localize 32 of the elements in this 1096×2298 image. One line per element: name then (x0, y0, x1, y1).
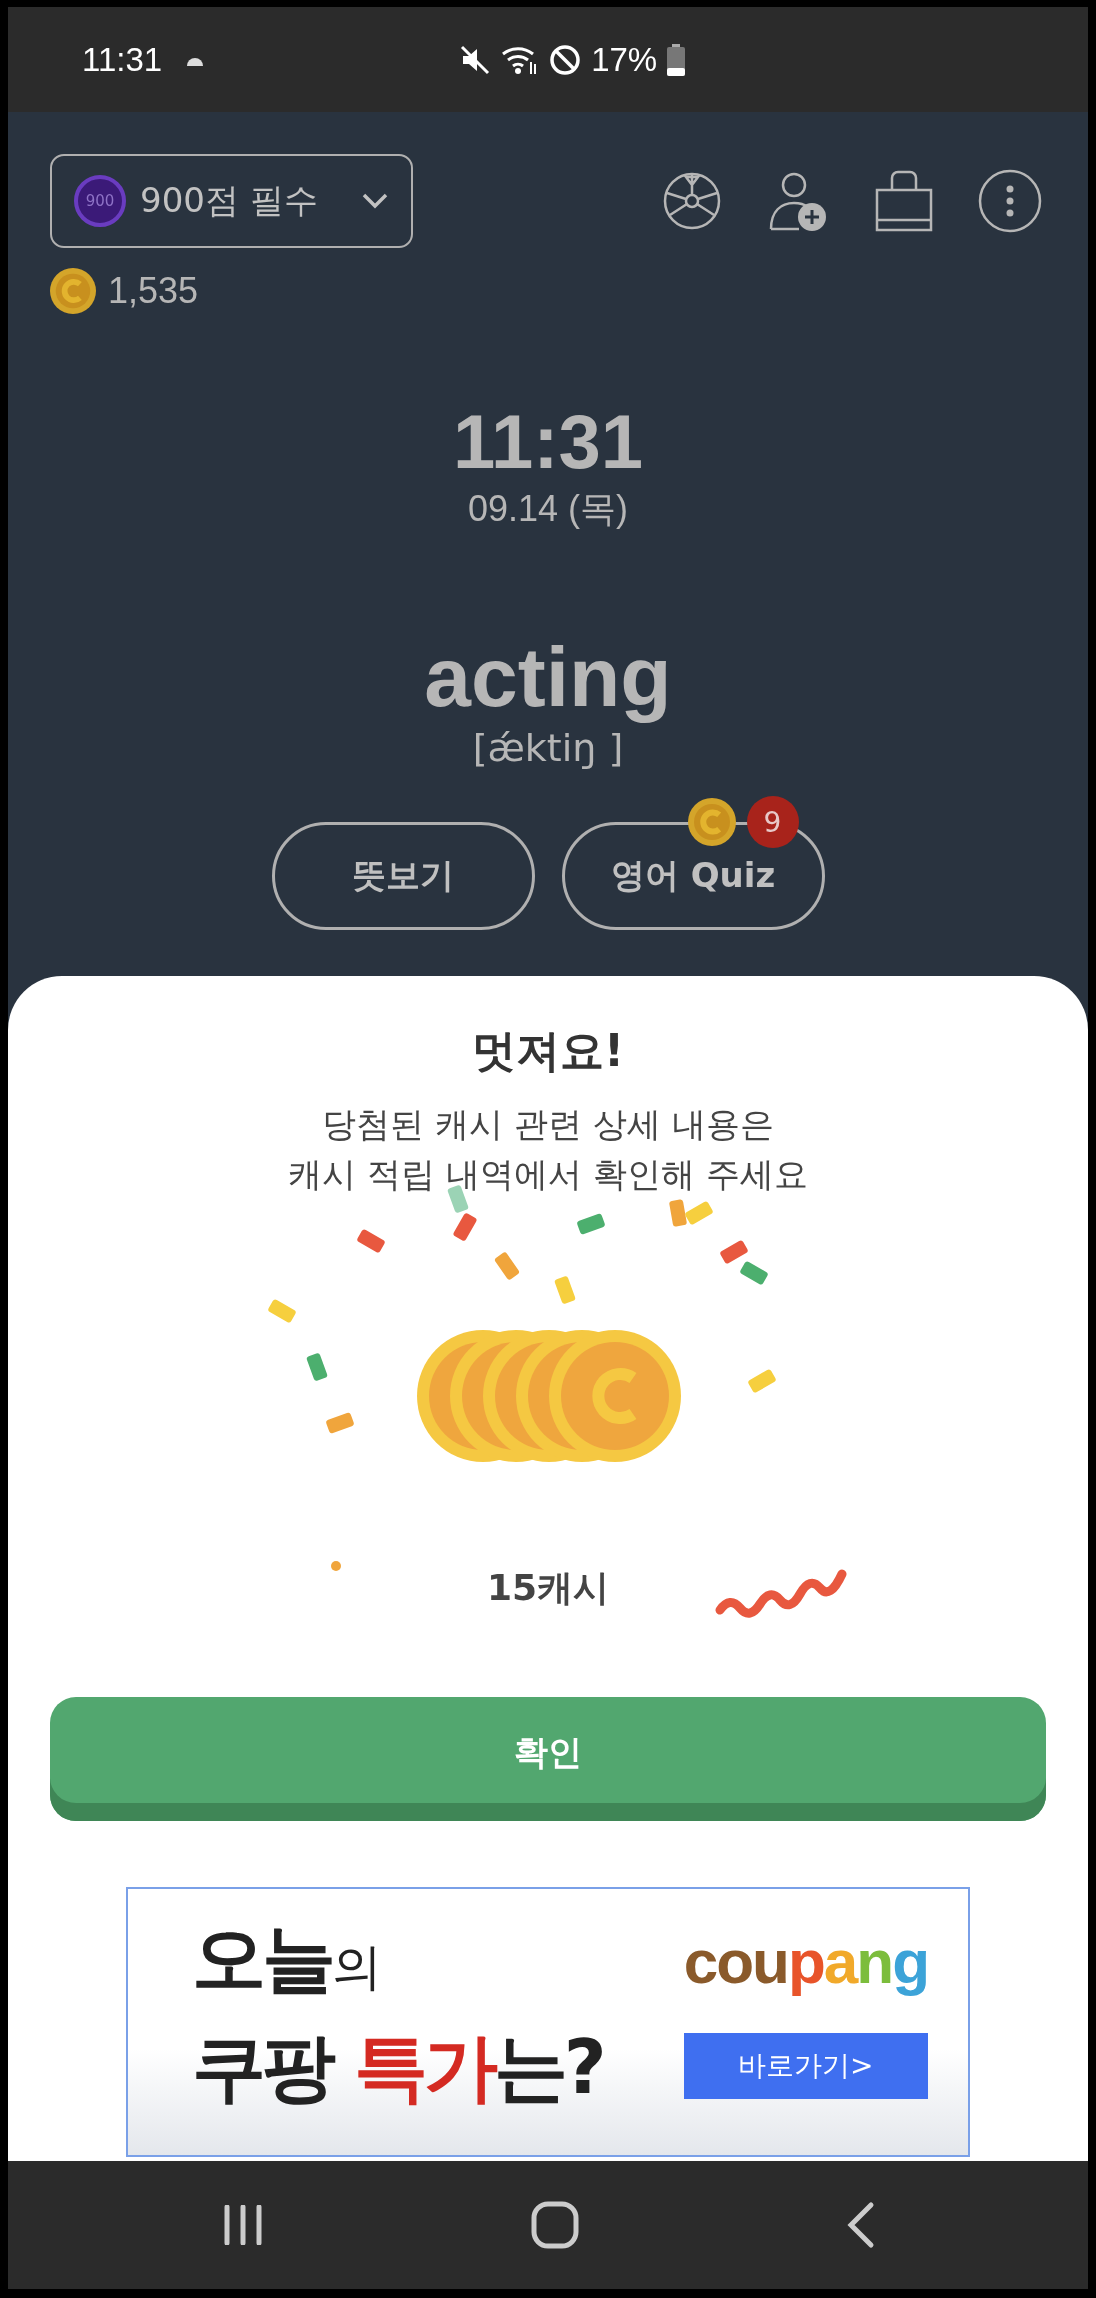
ad-headline: 쿠팡 특가는? (192, 2022, 604, 2112)
back-icon[interactable] (845, 2201, 875, 2249)
dialog-message: 당첨된 캐시 관련 상세 내용은 (322, 1103, 774, 1146)
brand-logo: coupang (683, 1925, 928, 1997)
level-badge: 900 (74, 175, 126, 227)
coin-icon (687, 798, 736, 846)
more-icon[interactable] (978, 169, 1042, 233)
dialog-title: 멋져요! (471, 1024, 625, 1078)
clock-time: 11:31 (452, 398, 644, 485)
ad-banner[interactable]: 오늘의 쿠팡 특가는? coupang 바로가기> (126, 1887, 970, 2157)
action-button[interactable]: 뜻보기 (271, 822, 535, 930)
battery-percent: 17% (591, 40, 658, 79)
reward-amount: 15캐시 (486, 1566, 610, 1610)
vocabulary-word: acting (424, 629, 672, 726)
status-time: 11:31 (82, 40, 163, 79)
chevron-down-icon (361, 192, 389, 210)
battery-icon (667, 43, 686, 76)
home-icon[interactable] (531, 2201, 579, 2249)
pronunciation: [ǽktiŋ ] (472, 726, 624, 770)
coin-balance: 1,535 (108, 270, 199, 312)
count-badge: 9 (746, 796, 799, 848)
block-icon (549, 43, 582, 76)
dialog-message: 캐시 적립 내역에서 확인해 주세요 (288, 1153, 808, 1196)
ad-cta: 바로가기> (683, 2032, 928, 2099)
level-name: 900점 필수 (140, 179, 319, 222)
bag-icon[interactable] (874, 170, 934, 232)
ad-headline: 오늘의 (192, 1913, 379, 2003)
level-dropdown[interactable]: 900 900점 필수 (50, 154, 413, 248)
clock-date: 09.14 (목) (467, 487, 629, 531)
mute-icon (459, 43, 492, 76)
coin-icon (50, 268, 96, 314)
wheel-icon[interactable] (662, 171, 722, 231)
